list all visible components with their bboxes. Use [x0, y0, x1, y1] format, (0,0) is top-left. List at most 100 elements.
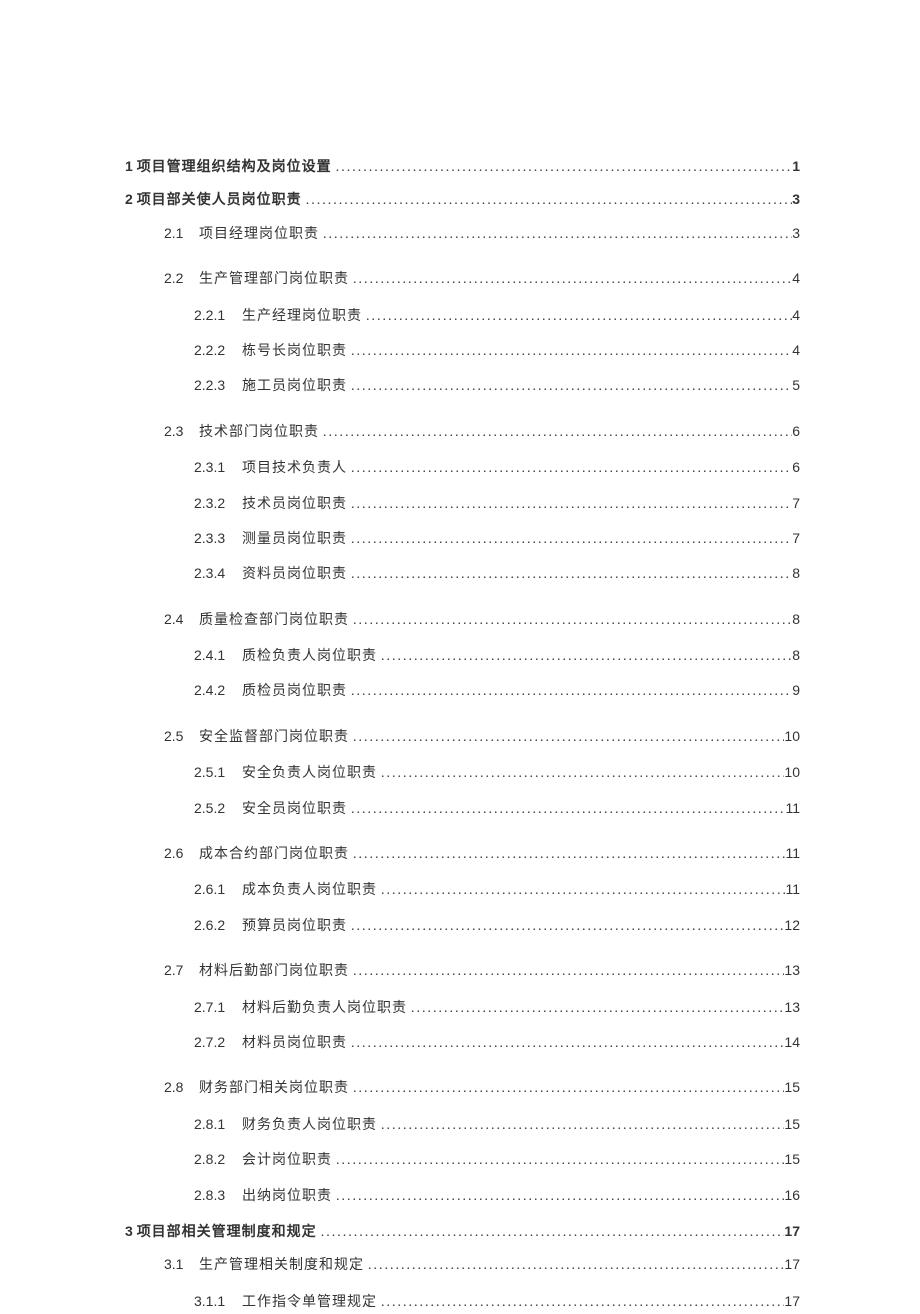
toc-page-number: 6: [792, 456, 800, 478]
toc-number: 2.3.3: [194, 527, 242, 549]
toc-page-number: 8: [792, 644, 800, 666]
toc-page-number: 12: [784, 914, 800, 936]
toc-entry: 2.6.1成本负责人岗位职责11: [125, 878, 800, 902]
toc-leader-dots: [347, 341, 792, 363]
toc-entry: 2.2.1生产经理岗位职责4: [125, 304, 800, 328]
toc-leader-dots: [377, 1292, 784, 1314]
toc-entry: 2.6成本合约部门岗位职责11: [125, 842, 800, 866]
toc-number: 2.7.2: [194, 1031, 242, 1053]
toc-page-number: 10: [784, 725, 800, 747]
toc-title: 工作指令单管理规定: [242, 1292, 377, 1314]
toc-leader-dots: [377, 1115, 784, 1137]
toc-entry: 2.8.2会计岗位职责15: [125, 1148, 800, 1172]
toc-page-number: 1: [792, 155, 800, 177]
toc-page-number: 8: [792, 562, 800, 584]
toc-page-number: 17: [784, 1220, 800, 1242]
toc-page-number: 4: [792, 339, 800, 361]
toc-leader-dots: [347, 529, 792, 551]
toc-title: 会计岗位职责: [242, 1150, 332, 1172]
toc-leader-dots: [364, 1255, 784, 1277]
toc-title: 生产经理岗位职责: [242, 306, 362, 328]
toc-leader-dots: [377, 646, 792, 668]
toc-page-number: 16: [784, 1184, 800, 1206]
toc-entry: 2.6.2预算员岗位职责12: [125, 914, 800, 938]
toc-entry: 2.5安全监督部门岗位职责10: [125, 725, 800, 749]
toc-title: 预算员岗位职责: [242, 916, 347, 938]
toc-number: 3.1: [164, 1253, 199, 1275]
toc-number: 3: [125, 1220, 137, 1242]
toc-title: 项目技术负责人: [242, 458, 347, 480]
toc-number: 2.2.3: [194, 374, 242, 396]
toc-title: 施工员岗位职责: [242, 376, 347, 398]
toc-leader-dots: [362, 306, 792, 328]
toc-leader-dots: [347, 458, 792, 480]
toc-leader-dots: [332, 1150, 784, 1172]
toc-title: 安全负责人岗位职责: [242, 763, 377, 785]
toc-entry: 2.5.1安全负责人岗位职责10: [125, 761, 800, 785]
toc-number: 2.5.1: [194, 761, 242, 783]
toc-page-number: 14: [784, 1031, 800, 1053]
toc-entry: 2.1项目经理岗位职责3: [125, 222, 800, 246]
toc-number: 2.1: [164, 222, 199, 244]
toc-leader-dots: [319, 422, 792, 444]
toc-number: 2.5.2: [194, 797, 242, 819]
toc-entry: 2.7材料后勤部门岗位职责 13: [125, 959, 800, 983]
toc-title: 材料后勤部门岗位职责: [199, 961, 349, 983]
toc-number: 2.8.3: [194, 1184, 242, 1206]
toc-page-number: 17: [784, 1253, 800, 1275]
toc-number: 2.8: [164, 1076, 199, 1098]
toc-leader-dots: [377, 880, 785, 902]
toc-number: 2.5: [164, 725, 199, 747]
toc-page-number: 6: [792, 420, 800, 442]
toc-leader-dots: [317, 1222, 785, 1244]
toc-entry: 2.8财务部门相关岗位职责 15: [125, 1076, 800, 1100]
toc-number: 2.3.4: [194, 562, 242, 584]
toc-number: 2.7.1: [194, 996, 242, 1018]
toc-title: 栋号长岗位职责: [242, 341, 347, 363]
toc-page-number: 5: [792, 374, 800, 396]
toc-entry: 2.7.2材料员岗位职责14: [125, 1031, 800, 1055]
toc-title: 出纳岗位职责: [242, 1186, 332, 1208]
toc-title: 测量员岗位职责: [242, 529, 347, 551]
toc-entry: 2.3.3测量员岗位职责 7: [125, 527, 800, 551]
toc-number: 2.3.1: [194, 456, 242, 478]
toc-page-number: 11: [785, 842, 800, 864]
toc-title: 质量检查部门岗位职责: [199, 610, 349, 632]
toc-leader-dots: [349, 844, 785, 866]
toc-entry: 2 项目部关使人员岗位职责3: [125, 188, 800, 212]
toc-leader-dots: [349, 269, 792, 291]
toc-number: 2.3: [164, 420, 199, 442]
toc-entry: 3 项目部相关管理制度和规定 17: [125, 1220, 800, 1244]
toc-page-number: 13: [784, 959, 800, 981]
toc-page-number: 15: [784, 1076, 800, 1098]
toc-page-number: 4: [792, 267, 800, 289]
toc-leader-dots: [347, 916, 784, 938]
toc-page-number: 15: [784, 1113, 800, 1135]
toc-entry: 2.3.4资料员岗位职责8: [125, 562, 800, 586]
toc-title: 质检员岗位职责: [242, 681, 347, 703]
toc-title: 生产管理部门岗位职责: [199, 269, 349, 291]
toc-entry: 2.7.1材料后勤负责人岗位职责13: [125, 996, 800, 1020]
toc-entry: 3.1.1工作指令单管理规定17: [125, 1290, 800, 1314]
toc-leader-dots: [349, 610, 792, 632]
toc-page-number: 9: [792, 679, 800, 701]
toc-leader-dots: [377, 763, 784, 785]
toc-title: 技术员岗位职责: [242, 494, 347, 516]
toc-number: 2.2: [164, 267, 199, 289]
toc-number: 2.3.2: [194, 492, 242, 514]
toc-page-number: 15: [784, 1148, 800, 1170]
toc-number: 2.8.1: [194, 1113, 242, 1135]
toc-title: 项目部相关管理制度和规定: [137, 1222, 317, 1244]
toc-page-number: 11: [785, 878, 800, 900]
toc-number: 2.4.1: [194, 644, 242, 666]
toc-leader-dots: [347, 799, 785, 821]
toc-number: 2.2.1: [194, 304, 242, 326]
toc-number: 2.7: [164, 959, 199, 981]
table-of-contents: 1 项目管理组织结构及岗位设置12 项目部关使人员岗位职责32.1项目经理岗位职…: [125, 155, 800, 1314]
toc-title: 财务部门相关岗位职责: [199, 1078, 349, 1100]
toc-number: 2.4.2: [194, 679, 242, 701]
toc-entry: 2.2生产管理部门岗位职责 4: [125, 267, 800, 291]
toc-title: 安全员岗位职责: [242, 799, 347, 821]
toc-page-number: 7: [792, 527, 800, 549]
toc-title: 材料后勤负责人岗位职责: [242, 998, 407, 1020]
